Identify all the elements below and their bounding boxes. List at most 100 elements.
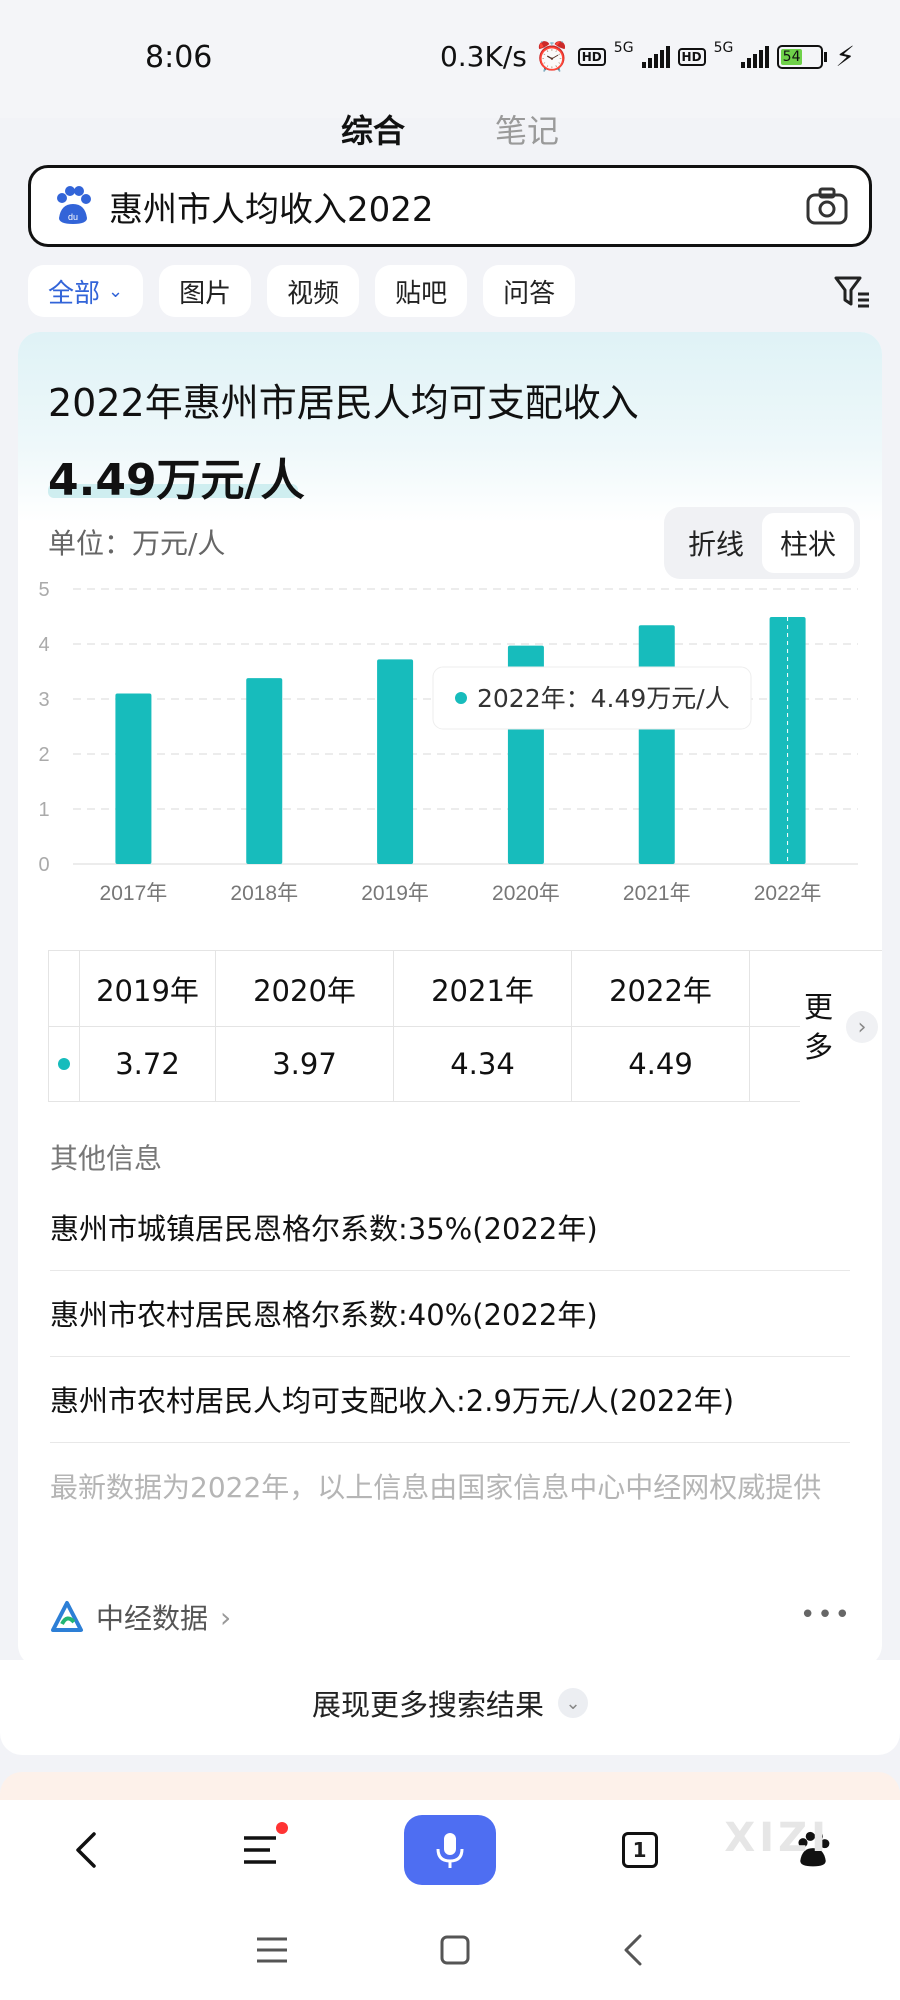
more-label: 更多 xyxy=(804,990,834,1064)
info-item[interactable]: 惠州市城镇居民恩格尔系数:35%(2022年) xyxy=(50,1206,850,1248)
bar-chart: 0 1 2 3 4 5 2017年 2018年 2019年 2020年 2021年 2022年 2022… xyxy=(18,577,882,905)
y-tick-label: 5 xyxy=(38,579,49,601)
card-title[interactable]: 2022年惠州市居民人均可支配收入 xyxy=(48,372,639,427)
signal-icon xyxy=(641,45,670,68)
info-item[interactable]: 惠州市农村居民恩格尔系数:40%(2022年) xyxy=(50,1292,850,1334)
tabs-button[interactable]: 1 xyxy=(610,1820,670,1880)
filter-icon[interactable] xyxy=(832,272,872,312)
toggle-bar[interactable]: 柱状 xyxy=(761,513,854,573)
table-cell: 4.34 xyxy=(394,1027,572,1101)
charging-icon: ⚡ xyxy=(835,40,855,73)
x-tick-label: 2020年 xyxy=(492,882,560,905)
divider xyxy=(50,1442,850,1443)
more-button[interactable]: 更多 › xyxy=(800,951,882,1103)
hd-icon: HD xyxy=(577,47,606,66)
tooltip-text: 2022年：4.49万元/人 xyxy=(477,684,730,713)
unit-label: 单位：万元/人 xyxy=(48,527,226,560)
chevron-right-icon: › xyxy=(846,1011,878,1043)
y-tick-label: 3 xyxy=(38,689,49,711)
table-cell: 3.97 xyxy=(216,1027,394,1101)
system-back-icon[interactable] xyxy=(620,1933,646,1967)
x-tick-label: 2021年 xyxy=(623,882,691,905)
status-indicators: 0.3K/s ⏰ HD 5G HD 5G 54 ⚡ xyxy=(440,40,855,73)
status-time: 8:06 xyxy=(145,40,213,75)
data-source-note: 最新数据为2022年，以上信息由国家信息中心中经网权威提供 xyxy=(50,1471,822,1504)
back-button[interactable] xyxy=(57,1820,117,1880)
chip-videos[interactable]: 视频 xyxy=(267,265,360,317)
result-card: 2022年惠州市居民人均可支配收入 4.49万元/人 单位：万元/人 折线 柱状… xyxy=(18,332,882,1667)
signal-icon-2 xyxy=(741,45,770,68)
chip-all[interactable]: 全部 ⌄ xyxy=(28,265,144,317)
chart-type-toggle: 折线 柱状 xyxy=(663,507,860,579)
tooltip-dot xyxy=(455,692,467,704)
chip-images[interactable]: 图片 xyxy=(159,265,252,317)
show-more-results[interactable]: 展现更多搜索结果 ⌄ xyxy=(0,1682,900,1724)
notification-dot xyxy=(276,1822,289,1834)
search-input[interactable]: 惠州市人均收入2022 xyxy=(109,182,805,231)
table-header-cell: 2022年 xyxy=(572,951,750,1026)
y-tick-label: 1 xyxy=(38,799,49,821)
chevron-down-icon: ⌄ xyxy=(558,1688,588,1718)
x-tick-label: 2019年 xyxy=(361,882,429,905)
hd-icon-2: HD xyxy=(677,47,706,66)
network-label-1: 5G xyxy=(613,40,634,56)
card-value: 4.49万元/人 xyxy=(48,455,305,506)
divider xyxy=(50,1270,850,1271)
alarm-icon: ⏰ xyxy=(534,40,570,73)
watermark-logo: XIZI xyxy=(724,1815,830,1861)
recent-apps-icon[interactable] xyxy=(254,1935,290,1965)
table-corner xyxy=(48,951,80,1026)
battery-icon: 54 xyxy=(777,44,828,69)
search-bar[interactable]: du 惠州市人均收入2022 xyxy=(28,165,872,247)
chevron-right-icon: › xyxy=(220,1600,232,1634)
chip-tieba[interactable]: 贴吧 xyxy=(375,265,468,317)
system-nav-bar xyxy=(0,1900,900,2000)
bar xyxy=(246,678,283,864)
table-header-cell: 2019年 xyxy=(80,951,216,1026)
menu-icon xyxy=(244,1836,277,1864)
table-header-cell: 2021年 xyxy=(394,951,572,1026)
chevron-down-icon: ⌄ xyxy=(108,280,124,302)
source-link[interactable]: 中经数据 › xyxy=(50,1597,231,1637)
series-dot xyxy=(48,1027,80,1101)
tab-notes[interactable]: 笔记 xyxy=(495,100,559,158)
network-label-2: 5G xyxy=(713,40,734,56)
divider xyxy=(50,1356,850,1357)
table-cell: 4.49 xyxy=(572,1027,750,1101)
x-tick-label: 2018年 xyxy=(230,882,298,905)
x-tick-label: 2017年 xyxy=(100,882,168,905)
bar xyxy=(377,659,414,864)
back-arrow-icon xyxy=(76,1832,96,1868)
tab-comprehensive[interactable]: 综合 xyxy=(341,100,405,158)
bar xyxy=(115,693,152,864)
home-icon[interactable] xyxy=(439,1934,471,1966)
toggle-line[interactable]: 折线 xyxy=(670,513,762,573)
table-cell: 3.72 xyxy=(80,1027,216,1101)
source-label: 中经数据 xyxy=(96,1602,209,1635)
chip-qa[interactable]: 问答 xyxy=(483,265,576,317)
voice-search-button[interactable] xyxy=(403,1815,496,1885)
bar-chart-svg: 0 1 2 3 4 5 2017年 2018年 2019年 2020年 2021年 2022年 2022… xyxy=(38,579,858,905)
svg-text:du: du xyxy=(68,212,78,222)
more-options-icon[interactable]: ••• xyxy=(800,1600,852,1630)
info-item[interactable]: 惠州市农村居民人均可支配收入:2.9万元/人(2022年) xyxy=(50,1378,850,1420)
microphone-icon xyxy=(436,1833,464,1868)
bar xyxy=(638,625,675,864)
table-header-cell: 2020年 xyxy=(216,951,394,1026)
x-tick-label: 2022年 xyxy=(754,882,822,905)
net-speed: 0.3K/s xyxy=(439,40,527,73)
chip-all-label: 全部 xyxy=(48,278,101,309)
source-logo-icon xyxy=(51,1601,83,1632)
menu-button[interactable] xyxy=(230,1820,290,1880)
top-tabs: 综合 笔记 xyxy=(0,100,900,158)
y-tick-label: 2 xyxy=(38,744,49,766)
data-table: 2019年 2020年 2021年 2022年 3.72 3.97 4.34 4… xyxy=(48,950,882,1103)
other-info-title: 其他信息 xyxy=(50,1142,163,1175)
camera-icon[interactable] xyxy=(805,186,849,226)
tab-count: 1 xyxy=(621,1832,658,1868)
table-header-row: 2019年 2020年 2021年 2022年 xyxy=(48,951,882,1026)
show-more-label: 展现更多搜索结果 xyxy=(311,1688,544,1722)
baidu-paw-icon: du xyxy=(57,186,91,224)
y-tick-label: 0 xyxy=(38,854,49,876)
table-row: 3.72 3.97 4.34 4.49 xyxy=(48,1026,882,1101)
